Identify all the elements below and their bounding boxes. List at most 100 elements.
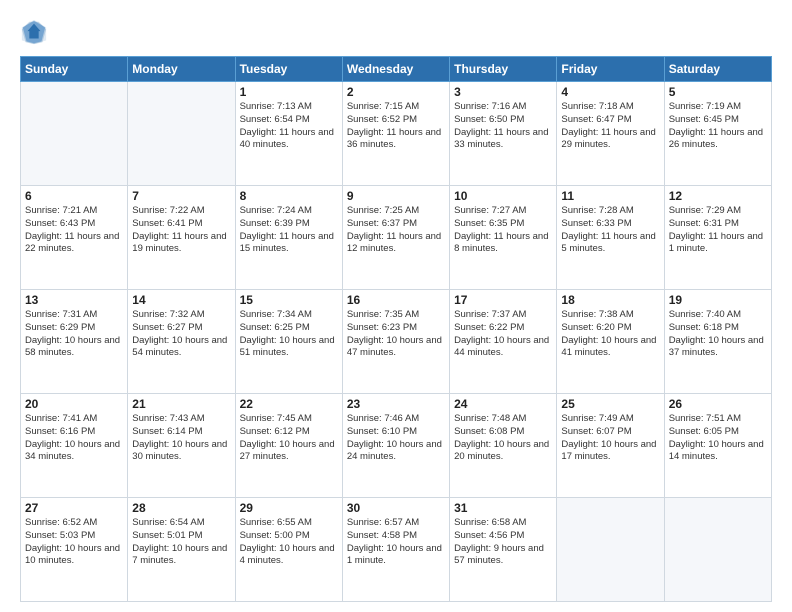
weekday-header-thursday: Thursday [450, 57, 557, 82]
calendar-cell: 22 Sunrise: 7:45 AMSunset: 6:12 PMDayligh… [235, 394, 342, 498]
calendar-cell: 16 Sunrise: 7:35 AMSunset: 6:23 PMDayligh… [342, 290, 449, 394]
day-number: 24 [454, 397, 552, 411]
day-number: 27 [25, 501, 123, 515]
day-info: Sunrise: 7:34 AMSunset: 6:25 PMDaylight:… [240, 309, 338, 360]
day-number: 25 [561, 397, 659, 411]
calendar-week-5: 27Sunrise: 6:52 AMSunset: 5:03 PMDayligh… [21, 498, 772, 602]
calendar-week-4: 20 Sunrise: 7:41 AMSunset: 6:16 PMDayligh… [21, 394, 772, 498]
calendar-cell: 2Sunrise: 7:15 AMSunset: 6:52 PMDaylight… [342, 82, 449, 186]
calendar-cell: 18Sunrise: 7:38 AMSunset: 6:20 PMDayligh… [557, 290, 664, 394]
day-info: Sunrise: 7:22 AMSunset: 6:41 PMDaylight:… [132, 205, 230, 256]
day-info: Sunrise: 7:32 AMSunset: 6:27 PMDaylight:… [132, 309, 230, 360]
day-number: 21 [132, 397, 230, 411]
calendar-cell: 1Sunrise: 7:13 AMSunset: 6:54 PMDaylight… [235, 82, 342, 186]
day-number: 20 [25, 397, 123, 411]
day-number: 9 [347, 189, 445, 203]
calendar-cell [21, 82, 128, 186]
day-info: Sunrise: 7:25 AMSunset: 6:37 PMDaylight:… [347, 205, 445, 256]
page: SundayMondayTuesdayWednesdayThursdayFrid… [0, 0, 792, 612]
day-info: Sunrise: 7:51 AMSunset: 6:05 PMDaylight:… [669, 413, 767, 464]
calendar-cell: 13 Sunrise: 7:31 AMSunset: 6:29 PMDayligh… [21, 290, 128, 394]
calendar-cell: 21 Sunrise: 7:43 AMSunset: 6:14 PMDayligh… [128, 394, 235, 498]
day-info: Sunrise: 7:15 AMSunset: 6:52 PMDaylight:… [347, 101, 445, 152]
calendar-cell: 12 Sunrise: 7:29 AMSunset: 6:31 PMDayligh… [664, 186, 771, 290]
calendar-cell: 24 Sunrise: 7:48 AMSunset: 6:08 PMDayligh… [450, 394, 557, 498]
day-info: Sunrise: 7:31 AMSunset: 6:29 PMDaylight:… [25, 309, 123, 360]
day-info: Sunrise: 7:41 AMSunset: 6:16 PMDaylight:… [25, 413, 123, 464]
calendar-cell: 7 Sunrise: 7:22 AMSunset: 6:41 PMDaylight… [128, 186, 235, 290]
weekday-header-saturday: Saturday [664, 57, 771, 82]
day-number: 23 [347, 397, 445, 411]
calendar-table: SundayMondayTuesdayWednesdayThursdayFrid… [20, 56, 772, 602]
day-number: 12 [669, 189, 767, 203]
day-info: Sunrise: 7:35 AMSunset: 6:23 PMDaylight:… [347, 309, 445, 360]
calendar-week-3: 13 Sunrise: 7:31 AMSunset: 6:29 PMDayligh… [21, 290, 772, 394]
day-info: Sunrise: 7:48 AMSunset: 6:08 PMDaylight:… [454, 413, 552, 464]
day-info: Sunrise: 6:58 AMSunset: 4:56 PMDaylight:… [454, 517, 552, 568]
day-number: 6 [25, 189, 123, 203]
calendar-body: 1Sunrise: 7:13 AMSunset: 6:54 PMDaylight… [21, 82, 772, 602]
day-info: Sunrise: 7:29 AMSunset: 6:31 PMDaylight:… [669, 205, 767, 256]
day-number: 19 [669, 293, 767, 307]
calendar-cell: 6 Sunrise: 7:21 AMSunset: 6:43 PMDaylight… [21, 186, 128, 290]
logo [20, 18, 52, 46]
day-number: 5 [669, 85, 767, 99]
day-info: Sunrise: 7:21 AMSunset: 6:43 PMDaylight:… [25, 205, 123, 256]
calendar-cell: 8Sunrise: 7:24 AMSunset: 6:39 PMDaylight… [235, 186, 342, 290]
calendar-cell: 25 Sunrise: 7:49 AMSunset: 6:07 PMDayligh… [557, 394, 664, 498]
calendar-cell: 15Sunrise: 7:34 AMSunset: 6:25 PMDayligh… [235, 290, 342, 394]
day-info: Sunrise: 7:49 AMSunset: 6:07 PMDaylight:… [561, 413, 659, 464]
calendar-cell [557, 498, 664, 602]
weekday-header-wednesday: Wednesday [342, 57, 449, 82]
day-info: Sunrise: 7:43 AMSunset: 6:14 PMDaylight:… [132, 413, 230, 464]
calendar-cell [128, 82, 235, 186]
day-info: Sunrise: 6:57 AMSunset: 4:58 PMDaylight:… [347, 517, 445, 568]
calendar-cell: 28 Sunrise: 6:54 AMSunset: 5:01 PMDayligh… [128, 498, 235, 602]
weekday-header-tuesday: Tuesday [235, 57, 342, 82]
day-info: Sunrise: 7:16 AMSunset: 6:50 PMDaylight:… [454, 101, 552, 152]
day-info: Sunrise: 6:54 AMSunset: 5:01 PMDaylight:… [132, 517, 230, 568]
day-number: 13 [25, 293, 123, 307]
calendar-cell: 31 Sunrise: 6:58 AMSunset: 4:56 PMDayligh… [450, 498, 557, 602]
day-number: 3 [454, 85, 552, 99]
header [20, 18, 772, 46]
calendar-cell: 3 Sunrise: 7:16 AMSunset: 6:50 PMDaylight… [450, 82, 557, 186]
calendar-week-2: 6 Sunrise: 7:21 AMSunset: 6:43 PMDaylight… [21, 186, 772, 290]
day-info: Sunrise: 7:46 AMSunset: 6:10 PMDaylight:… [347, 413, 445, 464]
day-number: 17 [454, 293, 552, 307]
day-info: Sunrise: 7:18 AMSunset: 6:47 PMDaylight:… [561, 101, 659, 152]
calendar-cell: 17Sunrise: 7:37 AMSunset: 6:22 PMDayligh… [450, 290, 557, 394]
weekday-row: SundayMondayTuesdayWednesdayThursdayFrid… [21, 57, 772, 82]
day-number: 11 [561, 189, 659, 203]
day-number: 14 [132, 293, 230, 307]
calendar-cell: 23 Sunrise: 7:46 AMSunset: 6:10 PMDayligh… [342, 394, 449, 498]
calendar-cell: 4 Sunrise: 7:18 AMSunset: 6:47 PMDaylight… [557, 82, 664, 186]
day-info: Sunrise: 7:13 AMSunset: 6:54 PMDaylight:… [240, 101, 338, 152]
calendar-header: SundayMondayTuesdayWednesdayThursdayFrid… [21, 57, 772, 82]
day-number: 29 [240, 501, 338, 515]
calendar-cell: 9 Sunrise: 7:25 AMSunset: 6:37 PMDaylight… [342, 186, 449, 290]
calendar-cell: 11 Sunrise: 7:28 AMSunset: 6:33 PMDayligh… [557, 186, 664, 290]
day-number: 28 [132, 501, 230, 515]
day-info: Sunrise: 7:19 AMSunset: 6:45 PMDaylight:… [669, 101, 767, 152]
calendar-cell [664, 498, 771, 602]
day-info: Sunrise: 7:45 AMSunset: 6:12 PMDaylight:… [240, 413, 338, 464]
calendar-cell: 5 Sunrise: 7:19 AMSunset: 6:45 PMDaylight… [664, 82, 771, 186]
day-number: 18 [561, 293, 659, 307]
day-info: Sunrise: 7:28 AMSunset: 6:33 PMDaylight:… [561, 205, 659, 256]
logo-icon [20, 18, 48, 46]
weekday-header-monday: Monday [128, 57, 235, 82]
calendar-cell: 20 Sunrise: 7:41 AMSunset: 6:16 PMDayligh… [21, 394, 128, 498]
calendar-cell: 14 Sunrise: 7:32 AMSunset: 6:27 PMDayligh… [128, 290, 235, 394]
day-info: Sunrise: 6:55 AMSunset: 5:00 PMDaylight:… [240, 517, 338, 568]
day-number: 31 [454, 501, 552, 515]
day-number: 16 [347, 293, 445, 307]
calendar-cell: 10Sunrise: 7:27 AMSunset: 6:35 PMDayligh… [450, 186, 557, 290]
calendar-cell: 26 Sunrise: 7:51 AMSunset: 6:05 PMDayligh… [664, 394, 771, 498]
day-number: 26 [669, 397, 767, 411]
day-number: 7 [132, 189, 230, 203]
calendar-cell: 30Sunrise: 6:57 AMSunset: 4:58 PMDayligh… [342, 498, 449, 602]
day-number: 4 [561, 85, 659, 99]
weekday-header-sunday: Sunday [21, 57, 128, 82]
day-number: 22 [240, 397, 338, 411]
